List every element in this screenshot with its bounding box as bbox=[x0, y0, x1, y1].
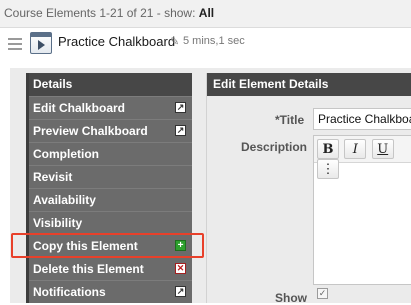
sidebar-item-preview-chalkboard[interactable]: Preview Chalkboard ↗ bbox=[29, 119, 192, 142]
title-input[interactable]: Practice Chalkboard bbox=[313, 108, 411, 130]
details-sidebar: Details Edit Chalkboard ↗ Preview Chalkb… bbox=[26, 73, 192, 303]
video-icon bbox=[30, 32, 52, 54]
italic-button[interactable]: I bbox=[344, 139, 367, 159]
delete-icon: ✕ bbox=[175, 263, 186, 274]
edit-element-header: Edit Element Details bbox=[207, 73, 411, 96]
external-link-icon: ↗ bbox=[175, 286, 186, 297]
description-label: Description bbox=[241, 140, 308, 154]
sidebar-item-label: Visibility bbox=[33, 216, 83, 230]
course-elements-bar: Course Elements 1-21 of 21 - show: All bbox=[0, 0, 411, 28]
sidebar-item-copy-element[interactable]: Copy this Element + bbox=[29, 234, 192, 257]
underline-button[interactable]: U bbox=[371, 139, 394, 159]
sidebar-item-visibility[interactable]: Visibility bbox=[29, 211, 192, 234]
drag-handle-icon[interactable] bbox=[8, 38, 22, 52]
show-filter-all[interactable]: All bbox=[199, 6, 214, 20]
pencil-icon[interactable]: ✎ bbox=[170, 35, 179, 48]
sidebar-item-completion[interactable]: Completion bbox=[29, 142, 192, 165]
sidebar-item-revisit[interactable]: Revisit bbox=[29, 165, 192, 188]
show-checkbox[interactable]: ✓ bbox=[317, 288, 328, 299]
sidebar-item-label: Revisit bbox=[33, 170, 73, 184]
element-duration: 5 mins,1 sec bbox=[183, 35, 245, 47]
title-label: *Title bbox=[275, 113, 305, 127]
sidebar-item-label: Completion bbox=[33, 147, 99, 161]
sidebar-item-label: Edit Chalkboard bbox=[33, 101, 126, 115]
editor-toolbar: B I U ⋮ bbox=[314, 136, 411, 179]
more-tools-button[interactable]: ⋮ bbox=[317, 159, 339, 179]
sidebar-item-label: Delete this Element bbox=[33, 262, 144, 276]
bold-button[interactable]: B bbox=[317, 139, 339, 159]
sidebar-header: Details bbox=[29, 73, 192, 96]
sidebar-item-delete-element[interactable]: Delete this Element ✕ bbox=[29, 257, 192, 280]
sidebar-item-label: Availability bbox=[33, 193, 96, 207]
sidebar-item-notifications[interactable]: Notifications ↗ bbox=[29, 280, 192, 303]
sidebar-item-label: Copy this Element bbox=[33, 239, 138, 253]
element-row: Practice Chalkboard ✎ 5 mins,1 sec bbox=[0, 30, 411, 62]
description-editor[interactable]: B I U ⋮ bbox=[313, 135, 411, 285]
add-icon: + bbox=[175, 240, 186, 251]
sidebar-item-availability[interactable]: Availability bbox=[29, 188, 192, 211]
sidebar-item-label: Notifications bbox=[33, 285, 106, 299]
edit-element-panel: Edit Element Details *Title Practice Cha… bbox=[206, 73, 411, 305]
course-elements-count: Course Elements 1-21 of 21 - show: bbox=[4, 6, 196, 20]
sidebar-item-edit-chalkboard[interactable]: Edit Chalkboard ↗ bbox=[29, 96, 192, 119]
element-title[interactable]: Practice Chalkboard bbox=[58, 34, 175, 49]
sidebar-item-label: Preview Chalkboard bbox=[33, 124, 148, 138]
external-link-icon: ↗ bbox=[175, 102, 186, 113]
external-link-icon: ↗ bbox=[175, 125, 186, 136]
